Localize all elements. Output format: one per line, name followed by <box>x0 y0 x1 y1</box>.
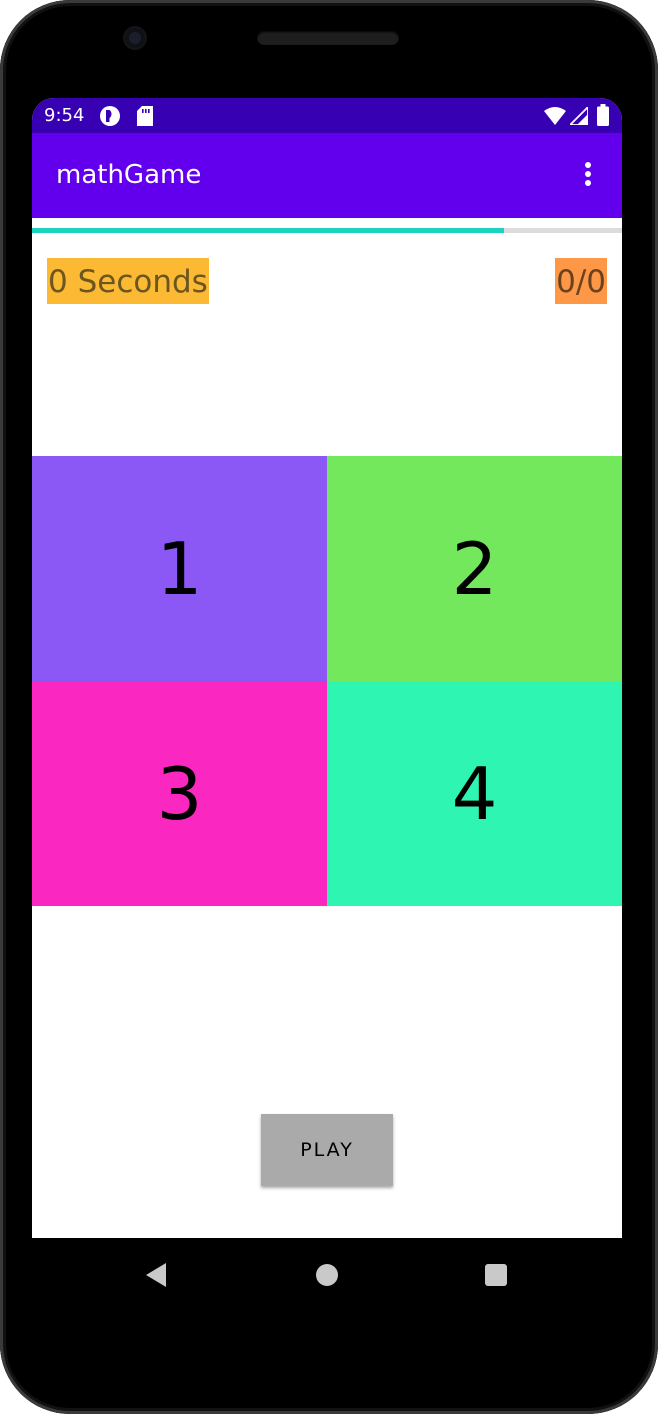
score-label: 0/0 <box>555 258 607 304</box>
progress-fill <box>32 228 504 233</box>
app-bar: mathGame <box>32 133 622 218</box>
answer-button-4[interactable]: 4 <box>327 681 622 906</box>
more-vert-icon[interactable] <box>578 161 598 191</box>
phone-frame: 9:54 mathGame 0 Seconds 0/0 1 2 3 4 PLAY <box>0 0 658 1414</box>
back-icon[interactable] <box>144 1262 168 1292</box>
app-title: mathGame <box>56 160 202 190</box>
answer-grid: 1 2 3 4 <box>32 456 622 906</box>
recents-icon[interactable] <box>484 1263 508 1291</box>
battery-icon <box>597 104 609 130</box>
status-bar: 9:54 <box>32 98 622 133</box>
answer-button-1[interactable]: 1 <box>32 456 327 681</box>
status-time: 9:54 <box>44 105 85 126</box>
sd-card-icon <box>137 106 153 130</box>
answer-button-3[interactable]: 3 <box>32 681 327 906</box>
home-icon[interactable] <box>315 1263 339 1291</box>
wifi-icon <box>544 107 566 129</box>
screen: 9:54 mathGame 0 Seconds 0/0 1 2 3 4 PLAY <box>32 98 622 1238</box>
play-button[interactable]: PLAY <box>261 1114 393 1186</box>
answer-button-2[interactable]: 2 <box>327 456 622 681</box>
timer-label: 0 Seconds <box>47 258 209 304</box>
progress-bar <box>32 228 622 233</box>
cellular-signal-icon <box>567 104 589 129</box>
sync-app-icon <box>99 105 121 131</box>
system-navigation-bar <box>32 1238 622 1310</box>
front-camera <box>125 28 145 48</box>
earpiece-speaker <box>257 31 399 45</box>
